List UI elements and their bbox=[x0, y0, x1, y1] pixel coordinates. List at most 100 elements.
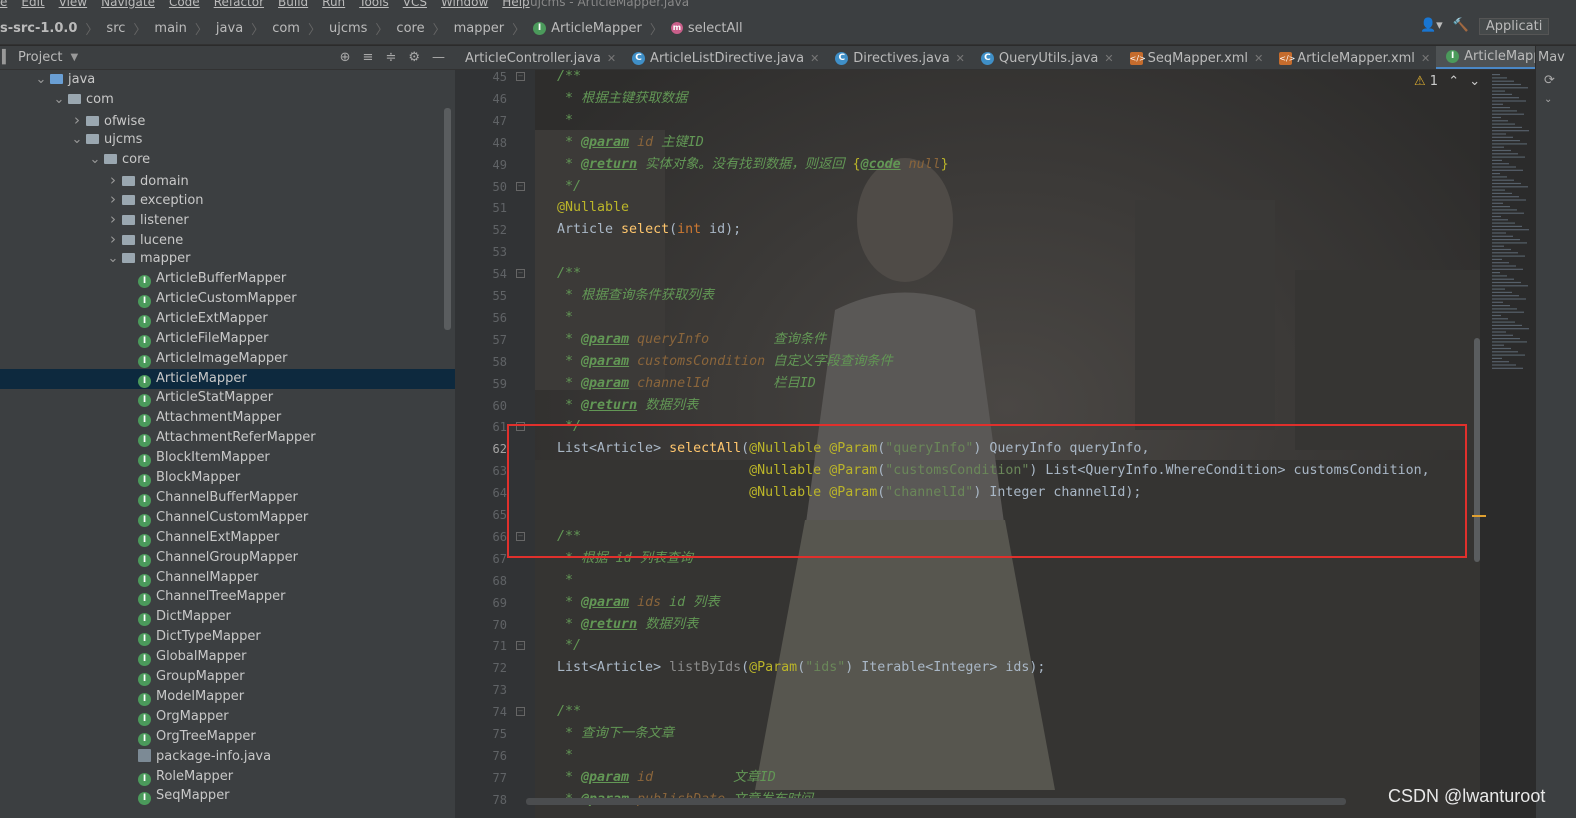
tree-item[interactable]: I AttachmentMapper bbox=[0, 408, 455, 428]
tree-item[interactable]: I ArticleStatMapper bbox=[0, 388, 455, 408]
editor-tab[interactable]: </> SeqMapper.xml ✕ bbox=[1120, 46, 1270, 69]
chevron-down-icon[interactable]: ⌄ bbox=[106, 249, 120, 269]
right-panel-label[interactable]: Mav bbox=[1536, 46, 1576, 69]
tree-item[interactable]: › lucene bbox=[0, 229, 455, 249]
tree-item[interactable]: I ChannelGroupMapper bbox=[0, 548, 455, 568]
tree-item[interactable]: I ArticleFileMapper bbox=[0, 329, 455, 349]
user-icon[interactable]: 👤▾ bbox=[1420, 18, 1443, 35]
close-icon[interactable]: ✕ bbox=[1104, 52, 1113, 65]
tree-item[interactable]: I ChannelExtMapper bbox=[0, 528, 455, 548]
menu-item-window[interactable]: Window bbox=[441, 0, 488, 8]
chevron-down-icon[interactable]: ▼ bbox=[70, 52, 78, 63]
collapse-all-icon[interactable]: ≑ bbox=[385, 50, 396, 65]
tree-item[interactable]: I ArticleCustomMapper bbox=[0, 289, 455, 309]
tree-item[interactable]: I GlobalMapper bbox=[0, 647, 455, 667]
gear-icon[interactable]: ⚙ bbox=[408, 50, 420, 65]
chevron-right-icon[interactable]: › bbox=[106, 229, 120, 249]
close-icon[interactable]: ✕ bbox=[1254, 52, 1263, 65]
tree-item[interactable]: I ModelMapper bbox=[0, 687, 455, 707]
expand-all-icon[interactable]: ≡ bbox=[363, 50, 374, 65]
tree-item[interactable]: › exception bbox=[0, 189, 455, 209]
breadcrumb-item[interactable]: I ArticleMapper bbox=[529, 12, 646, 44]
hide-icon[interactable]: — bbox=[432, 50, 445, 65]
tree-item[interactable]: I DictMapper bbox=[0, 607, 455, 627]
tree-item[interactable]: I AttachmentReferMapper bbox=[0, 428, 455, 448]
menu-item-build[interactable]: Build bbox=[278, 0, 308, 8]
vertical-scrollbar[interactable] bbox=[1474, 338, 1480, 562]
tree-item[interactable]: I SeqMapper bbox=[0, 786, 455, 806]
breadcrumb-item[interactable]: ujcms bbox=[325, 12, 371, 44]
chevron-down-icon[interactable]: ⌄ bbox=[88, 150, 102, 170]
chevron-right-icon[interactable]: › bbox=[70, 110, 84, 130]
chevron-down-icon[interactable]: ⌄ bbox=[34, 70, 48, 90]
fold-marker-icon[interactable]: − bbox=[516, 641, 525, 651]
chevron-right-icon[interactable]: › bbox=[106, 209, 120, 229]
horizontal-scrollbar[interactable] bbox=[526, 798, 1346, 805]
chevron-right-icon[interactable]: › bbox=[106, 170, 120, 190]
tree-item[interactable]: I ArticleImageMapper bbox=[0, 349, 455, 369]
tree-item[interactable]: › ofwise bbox=[0, 110, 455, 130]
tree-item[interactable]: ⌄ core bbox=[0, 150, 455, 170]
menu-item-navigate[interactable]: Navigate bbox=[101, 0, 155, 8]
project-panel-title[interactable]: Project bbox=[18, 50, 62, 65]
chevron-down-icon[interactable]: ⌄ bbox=[70, 130, 84, 150]
chevron-down-icon[interactable]: ⌄ bbox=[52, 90, 66, 110]
close-icon[interactable]: ✕ bbox=[810, 52, 819, 65]
editor-tab[interactable]: </> ArticleMapper.xml ✕ bbox=[1269, 46, 1436, 69]
breadcrumb-item[interactable]: java bbox=[212, 12, 247, 44]
chevron-down-icon[interactable]: ⌄ bbox=[1536, 92, 1576, 107]
fold-marker-icon[interactable]: − bbox=[516, 181, 525, 191]
fold-marker-icon[interactable]: − bbox=[516, 269, 525, 279]
breadcrumb-item[interactable]: src bbox=[102, 12, 129, 44]
tree-item[interactable]: ⌄ com bbox=[0, 90, 455, 110]
tree-item[interactable]: I ChannelBufferMapper bbox=[0, 488, 455, 508]
fold-marker-icon[interactable]: − bbox=[516, 707, 525, 717]
menu-item-refactor[interactable]: Refactor bbox=[214, 0, 264, 8]
tree-item[interactable]: I BlockMapper bbox=[0, 468, 455, 488]
code-minimap[interactable] bbox=[1480, 70, 1536, 818]
menu-item-edit[interactable]: Edit bbox=[21, 0, 44, 8]
tree-item[interactable]: ⌄ mapper bbox=[0, 249, 455, 269]
tree-scrollbar[interactable] bbox=[444, 108, 451, 330]
tree-item[interactable]: ⌄ java bbox=[0, 70, 455, 90]
chevron-down-icon[interactable]: ⌄ bbox=[1469, 74, 1480, 89]
tree-item[interactable]: ⌄ ujcms bbox=[0, 130, 455, 150]
menu-item-tools[interactable]: Tools bbox=[359, 0, 389, 8]
chevron-up-icon[interactable]: ⌃ bbox=[1448, 74, 1459, 89]
close-icon[interactable]: ✕ bbox=[607, 52, 616, 65]
fold-marker-icon[interactable]: − bbox=[516, 72, 525, 81]
tree-item[interactable]: I BlockItemMapper bbox=[0, 448, 455, 468]
build-hammer-icon[interactable]: 🔨 bbox=[1453, 18, 1469, 35]
close-icon[interactable]: ✕ bbox=[956, 52, 965, 65]
run-config-select[interactable]: Applicati bbox=[1478, 18, 1550, 35]
menu-item-view[interactable]: View bbox=[59, 0, 87, 8]
menu-item-vcs[interactable]: VCS bbox=[403, 0, 427, 8]
menu-item-help[interactable]: Help bbox=[502, 0, 529, 8]
breadcrumb-item[interactable]: core bbox=[392, 12, 428, 44]
locate-icon[interactable]: ⊕ bbox=[340, 50, 351, 65]
tree-item[interactable]: package-info.java bbox=[0, 747, 455, 767]
breadcrumb-item[interactable]: com bbox=[268, 12, 304, 44]
tree-item[interactable]: I ArticleBufferMapper bbox=[0, 269, 455, 289]
refresh-icon[interactable]: ⟳ bbox=[1536, 69, 1576, 92]
editor-tab[interactable]: C Directives.java ✕ bbox=[825, 46, 971, 69]
breadcrumb-item[interactable]: mapper bbox=[450, 12, 508, 44]
menu-item-run[interactable]: Run bbox=[322, 0, 345, 8]
editor-tab[interactable]: C ArticleListDirective.java ✕ bbox=[622, 46, 825, 69]
tree-item[interactable]: I ChannelTreeMapper bbox=[0, 587, 455, 607]
tree-item[interactable]: I DictTypeMapper bbox=[0, 627, 455, 647]
editor-tab[interactable]: IArticleMapper.java✕ bbox=[1436, 46, 1535, 69]
breadcrumb-item[interactable]: s-src-1.0.0 bbox=[0, 12, 81, 44]
close-icon[interactable]: ✕ bbox=[1421, 52, 1430, 65]
menu-item-code[interactable]: Code bbox=[169, 0, 200, 8]
tree-item[interactable]: I ChannelCustomMapper bbox=[0, 508, 455, 528]
tree-item[interactable]: › listener bbox=[0, 209, 455, 229]
menu-item-e[interactable]: e bbox=[0, 0, 7, 8]
tree-item[interactable]: I ChannelMapper bbox=[0, 568, 455, 588]
tree-item[interactable]: › domain bbox=[0, 170, 455, 190]
tree-item[interactable]: I ArticleMapper bbox=[0, 368, 455, 389]
breadcrumb-item[interactable]: m selectAll bbox=[667, 12, 747, 44]
warning-indicator[interactable]: ⚠ 1 ⌃ ⌄ bbox=[1414, 74, 1480, 89]
chevron-right-icon[interactable]: › bbox=[106, 189, 120, 209]
tree-item[interactable]: I RoleMapper bbox=[0, 767, 455, 787]
